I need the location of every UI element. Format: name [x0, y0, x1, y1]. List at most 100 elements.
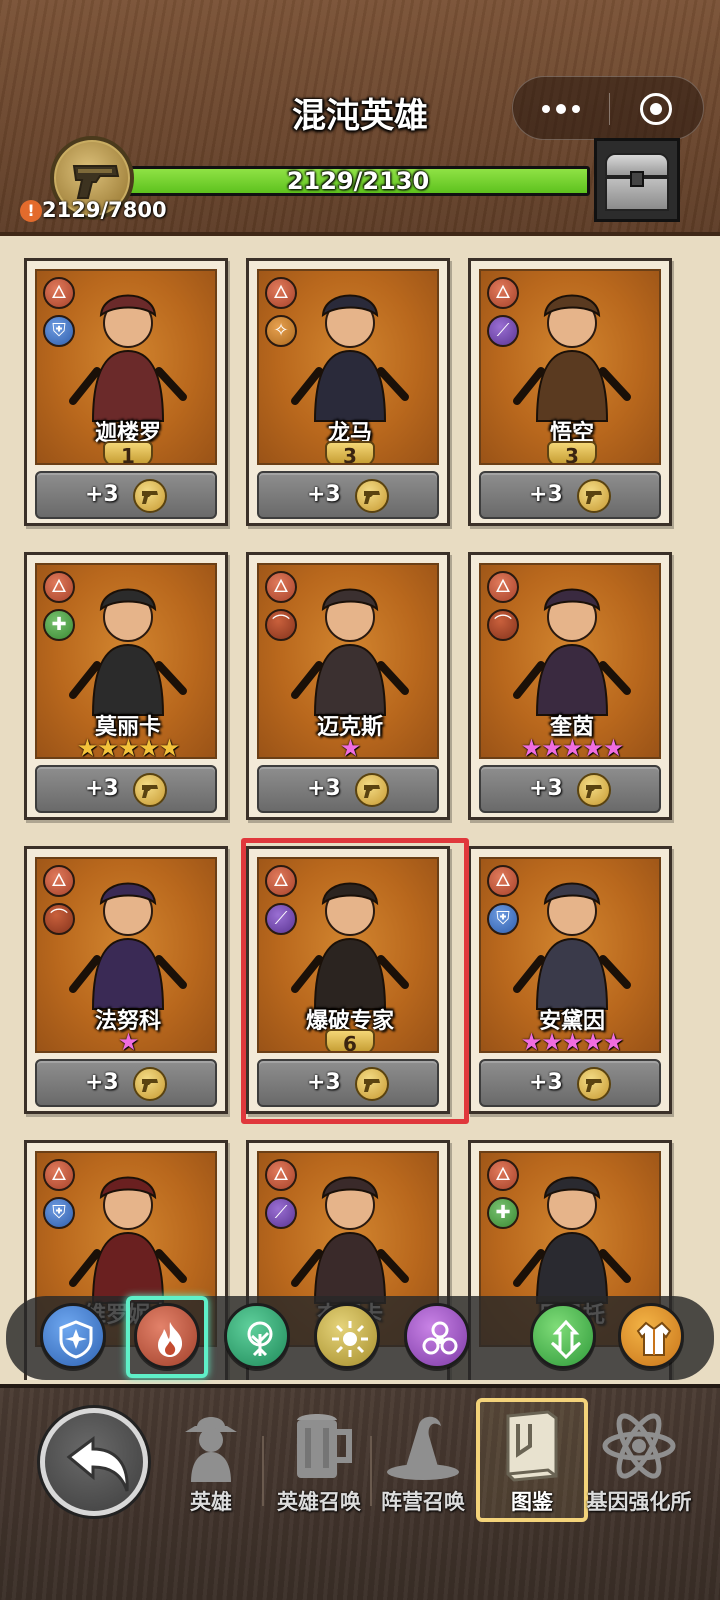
filter-light-button[interactable] — [314, 1303, 380, 1369]
hero-card[interactable]: 🜂 ✧ 龙马 3 +3 — [246, 258, 450, 526]
hero-portrait: 🜂 ⟋ 悟空 3 — [479, 269, 661, 465]
nav-faction-summon[interactable]: 阵营召唤 — [368, 1404, 478, 1524]
back-button[interactable] — [40, 1408, 148, 1516]
filter-gene-button[interactable] — [530, 1303, 596, 1369]
fire-element-icon: 🜂 — [43, 865, 75, 897]
beer-mug-icon — [297, 1414, 352, 1478]
upgrade-count: +3 — [85, 776, 119, 801]
filter-selected-frame — [126, 1296, 208, 1378]
upgrade-count: +3 — [529, 1070, 563, 1095]
hero-card[interactable]: 🜂 ⟋ 爆破专家 6 +3 — [246, 846, 450, 1114]
pistol-coin-icon — [133, 1067, 167, 1101]
pistol-coin-icon — [577, 479, 611, 513]
hero-stars: ★★★★★ — [520, 1028, 625, 1053]
nav-hero[interactable]: 英雄 — [156, 1404, 266, 1524]
pistol-icon — [72, 165, 120, 199]
fire-element-icon: 🜂 — [265, 1159, 297, 1191]
hero-rank-badge: 6 — [325, 1029, 375, 1051]
hero-rank-badge: 3 — [547, 441, 597, 463]
header: 混沌英雄 2129/2130 ! 2129/7800 — [0, 0, 720, 236]
chest-button[interactable] — [594, 138, 680, 222]
star-shield-icon — [59, 1320, 93, 1359]
hero-portrait: 🜂 ⛨ 安黛因 ★★★★★ — [479, 857, 661, 1053]
hero-card[interactable]: 🜂 ✚ 莫丽卡 ★★★★★ +3 — [24, 552, 228, 820]
hero-card[interactable]: 🜂 ⌒ 奎茵 ★★★★★ +3 — [468, 552, 672, 820]
filter-poison-button[interactable] — [404, 1303, 470, 1369]
hero-class-icon: ⟋ — [265, 1197, 297, 1229]
hero-upgrade-button[interactable]: +3 — [257, 1059, 439, 1107]
filter-ice-button[interactable] — [40, 1303, 106, 1369]
pistol-coin-icon — [355, 479, 389, 513]
filter-armor-button[interactable] — [618, 1303, 684, 1369]
biohazard-icon — [422, 1321, 458, 1355]
hero-class-icon: ⛨ — [43, 315, 75, 347]
hero-card[interactable]: 🜂 ⌒ 法努科 ★ +3 — [24, 846, 228, 1114]
nav-label: 基因强化所 — [586, 1490, 692, 1514]
hero-card[interactable]: 🜂 ⌒ 迈克斯 ★ +3 — [246, 552, 450, 820]
fire-element-icon: 🜂 — [43, 1159, 75, 1191]
hero-upgrade-button[interactable]: +3 — [257, 765, 439, 813]
fire-element-icon: 🜂 — [487, 277, 519, 309]
hero-portrait: 🜂 ✧ 龙马 3 — [257, 269, 439, 465]
jacket-icon — [636, 1321, 672, 1356]
filter-nature-button[interactable] — [224, 1303, 290, 1369]
hero-card[interactable]: 🜂 ⛨ 安黛因 ★★★★★ +3 — [468, 846, 672, 1114]
close-target-button[interactable] — [640, 93, 672, 125]
hero-class-icon: ✚ — [487, 1197, 519, 1229]
hero-upgrade-button[interactable]: +3 — [35, 1059, 217, 1107]
upgrade-count: +3 — [85, 482, 119, 507]
xp-bar: 2129/2130 — [126, 166, 590, 196]
hero-card[interactable]: 🜂 ⛨ 迦楼罗 1 +3 — [24, 258, 228, 526]
fire-element-icon: 🜂 — [487, 865, 519, 897]
hero-class-icon: ⛨ — [43, 1197, 75, 1229]
nav-codex[interactable]: 图鉴 — [477, 1404, 587, 1524]
power-text: 2129/7800 — [42, 198, 167, 222]
upgrade-count: +3 — [307, 1070, 341, 1095]
hero-class-icon: ✚ — [43, 609, 75, 641]
hero-upgrade-button[interactable]: +3 — [35, 765, 217, 813]
hero-upgrade-button[interactable]: +3 — [35, 471, 217, 519]
xp-text: 2129/2130 — [286, 167, 430, 195]
pistol-coin-icon — [355, 1067, 389, 1101]
hero-portrait: 🜂 ⌒ 法努科 ★ — [35, 857, 217, 1053]
hero-class-icon: ⌒ — [265, 609, 297, 641]
upgrade-count: +3 — [529, 482, 563, 507]
upgrade-count: +3 — [307, 776, 341, 801]
hero-stars: ★★★★★ — [520, 734, 625, 759]
hero-portrait: 🜂 ⟋ 爆破专家 6 — [257, 857, 439, 1053]
hero-class-icon: ⌒ — [43, 903, 75, 935]
hero-class-icon: ⟋ — [265, 903, 297, 935]
back-arrow-icon — [66, 1436, 129, 1492]
hero-stars: ★ — [117, 1028, 140, 1053]
alert-icon: ! — [20, 200, 42, 222]
pistol-coin-icon — [577, 773, 611, 807]
pistol-coin-icon — [577, 1067, 611, 1101]
more-menu-button[interactable] — [513, 77, 609, 141]
hero-upgrade-button[interactable]: +3 — [257, 471, 439, 519]
fire-element-icon: 🜂 — [265, 277, 297, 309]
hero-grid: 🜂 ⛨ 迦楼罗 1 +3 🜂 ✧ 龙马 3 +3 🜂 ⟋ 悟空 3 +3 🜂 ✚ 莫丽卡 ★★★★★ +3 🜂 ⌒ 迈克斯 ★… — [0, 240, 720, 1380]
hero-portrait: 🜂 ✚ 莫丽卡 ★★★★★ — [35, 563, 217, 759]
hero-card[interactable]: 🜂 ⟋ 悟空 3 +3 — [468, 258, 672, 526]
upgrade-count: +3 — [307, 482, 341, 507]
hero-silhouette-icon — [185, 1417, 237, 1482]
fire-element-icon: 🜂 — [487, 571, 519, 603]
fire-element-icon: 🜂 — [265, 571, 297, 603]
hero-upgrade-button[interactable]: +3 — [479, 765, 661, 813]
sun-icon — [332, 1321, 368, 1357]
nav-gene-lab[interactable]: 基因强化所 — [584, 1404, 694, 1524]
capsule-divider — [609, 93, 610, 125]
upgrade-count: +3 — [85, 1070, 119, 1095]
emblem-icon — [550, 1319, 582, 1359]
hero-stars: ★ — [339, 734, 362, 759]
hero-class-icon: ⟋ — [487, 315, 519, 347]
hero-class-icon: ⌒ — [487, 609, 519, 641]
hero-upgrade-button[interactable]: +3 — [479, 471, 661, 519]
atom-icon — [602, 1413, 676, 1479]
hero-portrait: 🜂 ⌒ 奎茵 ★★★★★ — [479, 563, 661, 759]
hero-rank-badge: 1 — [103, 441, 153, 463]
fire-element-icon: 🜂 — [487, 1159, 519, 1191]
hero-rank-badge: 3 — [325, 441, 375, 463]
pistol-coin-icon — [133, 479, 167, 513]
hero-upgrade-button[interactable]: +3 — [479, 1059, 661, 1107]
